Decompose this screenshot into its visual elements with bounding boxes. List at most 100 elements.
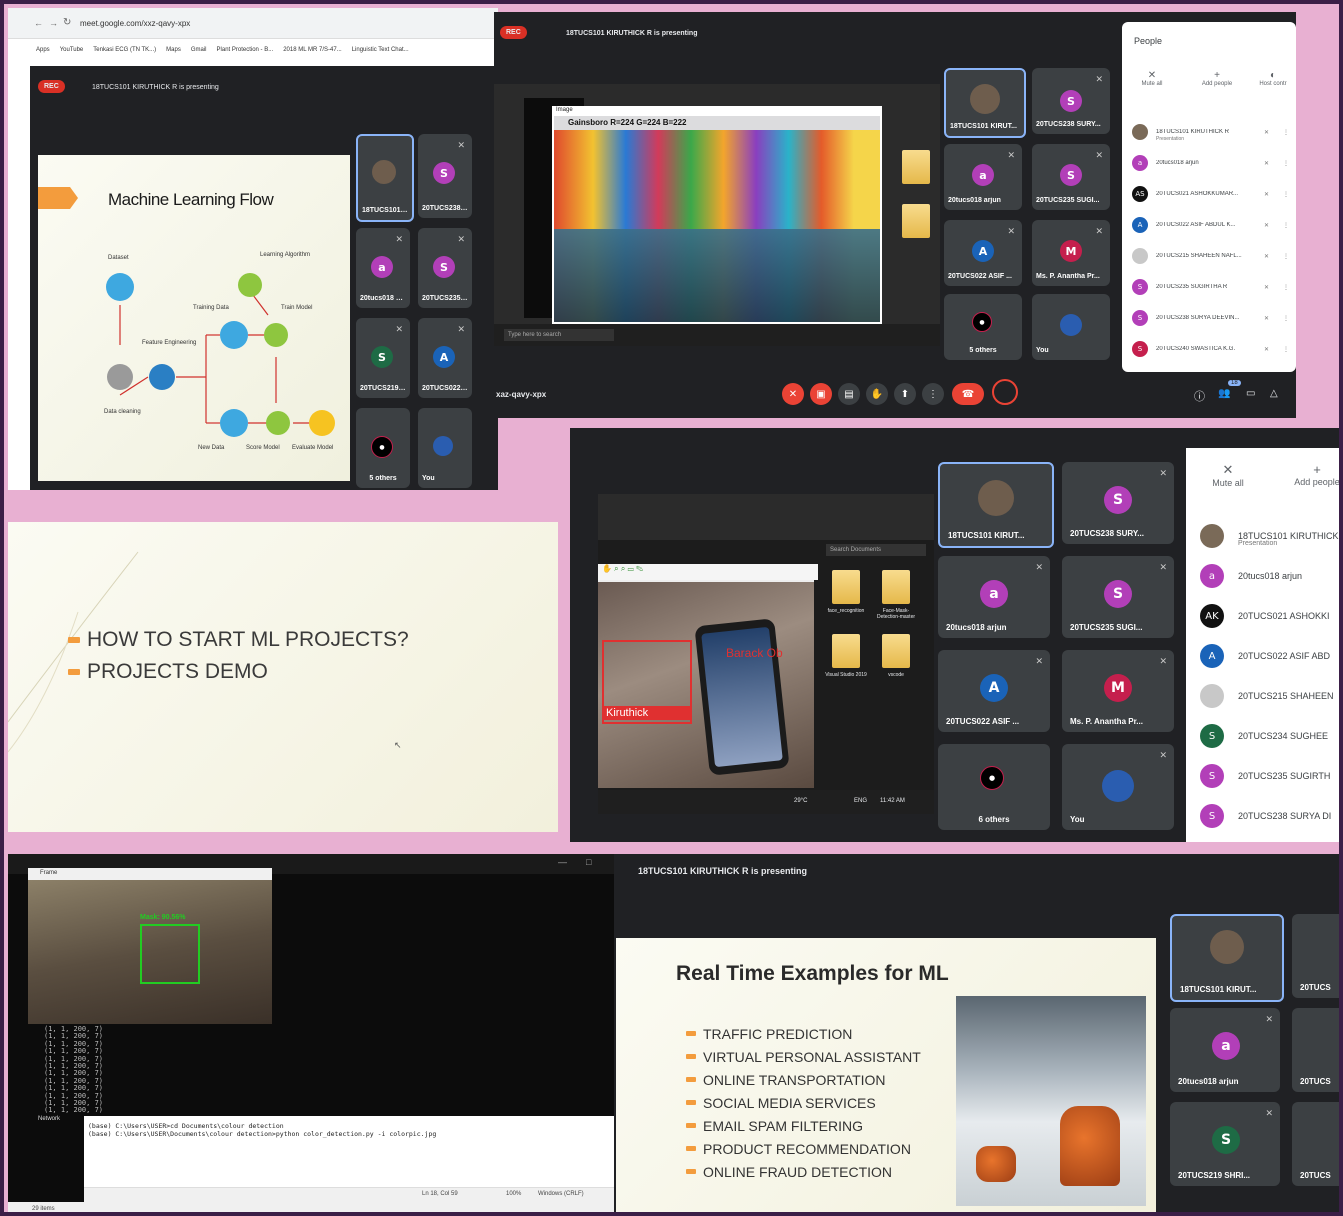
folder-icon[interactable] — [832, 570, 860, 604]
taskbar-search[interactable]: Type here to search — [504, 329, 614, 341]
more-options-icon[interactable]: ⋮ — [1283, 160, 1289, 167]
bookmark[interactable]: Tenkasi ECG (TN TK...) — [93, 47, 156, 53]
tile-you[interactable]: ✕ You — [1062, 744, 1174, 830]
bookmark[interactable]: Maps — [166, 47, 181, 53]
mic-off-icon[interactable]: ✕ — [1264, 129, 1269, 136]
folder-icon[interactable] — [902, 150, 930, 184]
participant-row[interactable]: S 20TUCS234 SUGHEE — [1200, 724, 1339, 748]
tile-asif[interactable]: ✕ A 20TUCS022 ASIF ... — [418, 318, 472, 398]
tile-surya[interactable]: ✕ S 20TUCS238 SURY... — [1062, 462, 1174, 544]
record-indicator[interactable] — [992, 379, 1018, 405]
tile-kiruthick[interactable]: 18TUCS101 KIRUT... — [938, 462, 1054, 548]
bookmark[interactable]: 2018 ML MR 7/S-47... — [283, 47, 341, 53]
participant-row[interactable]: A 20TUCS022 ASIF ABDUL K... ✕ ⋮ — [1132, 215, 1292, 235]
folder-icon[interactable] — [902, 204, 930, 238]
bookmark[interactable]: YouTube — [60, 47, 84, 53]
participant-row[interactable]: AK 20TUCS021 ASHOKKI — [1200, 604, 1339, 628]
more-options-icon[interactable]: ⋮ — [1283, 315, 1289, 322]
tile-kiruthick[interactable]: 18TUCS101 KIRUT... — [944, 68, 1026, 138]
participant-row[interactable]: a 20tucs018 arjun ✕ ⋮ — [1132, 153, 1292, 173]
captions-button[interactable]: ▤ — [838, 383, 860, 405]
folder-icon[interactable] — [832, 634, 860, 668]
tile-kiruthick[interactable]: 18TUCS101 KIRUT... — [356, 134, 414, 222]
tile-surya[interactable]: ✕ S 20TUCS238 SURY... — [1032, 68, 1110, 134]
participant-row[interactable]: S 20TUCS238 SURYA DEEVIN... ✕ ⋮ — [1132, 308, 1292, 328]
tile-sugi[interactable]: ✕ S 20TUCS235 SUGI... — [1062, 556, 1174, 638]
forward-icon[interactable]: → — [49, 18, 58, 28]
tile-shri[interactable]: ✕ S 20TUCS219 SHRI... — [356, 318, 410, 398]
mic-off-icon[interactable]: ✕ — [1264, 284, 1269, 291]
camera-off-button[interactable]: ▣ — [810, 383, 832, 405]
url-text[interactable]: meet.google.com/xxz-qavy-xpx — [80, 19, 190, 28]
mic-off-button[interactable]: ✕ — [782, 383, 804, 405]
mute-all-button[interactable]: ✕ Mute all — [1132, 70, 1172, 87]
mic-off-icon[interactable]: ✕ — [1264, 315, 1269, 322]
reload-icon[interactable]: ↻ — [63, 17, 71, 28]
more-options-icon[interactable]: ⋮ — [1283, 346, 1289, 353]
tile-partial[interactable]: 20TUCS — [1292, 1008, 1339, 1092]
add-people-button[interactable]: + Add people — [1192, 70, 1242, 87]
tile-partial[interactable]: 20TUCS — [1292, 914, 1339, 998]
back-icon[interactable]: ← — [34, 18, 43, 28]
add-people-button[interactable]: + Add people — [1282, 462, 1339, 487]
mic-off-icon[interactable]: ✕ — [1264, 222, 1269, 229]
tile-arjun[interactable]: ✕ a 20tucs018 arjun — [944, 144, 1022, 210]
tile-others[interactable]: ● 5 others — [944, 294, 1022, 360]
more-options-icon[interactable]: ⋮ — [1283, 222, 1289, 229]
people-icon[interactable]: 👥 — [1218, 388, 1230, 399]
tile-asif[interactable]: ✕ A 20TUCS022 ASIF ... — [938, 650, 1050, 732]
search-documents[interactable]: Search Documents — [826, 544, 926, 556]
mic-off-icon: ✕ — [1147, 70, 1157, 81]
chat-icon[interactable]: ▭ — [1246, 388, 1255, 399]
leave-call-button[interactable]: ☎ — [952, 383, 984, 405]
raise-hand-button[interactable]: ✋ — [866, 383, 888, 405]
bookmark[interactable]: Apps — [36, 47, 50, 53]
more-options-icon[interactable]: ⋮ — [1283, 253, 1289, 260]
bookmark[interactable]: Plant Protection - B... — [217, 47, 274, 53]
participant-row[interactable]: S 20TUCS240 SWASTICA K.G. ✕ ⋮ — [1132, 339, 1292, 359]
tile-anantha[interactable]: ✕ M Ms. P. Anantha Pr... — [1032, 220, 1110, 286]
tile-surya[interactable]: ✕ S 20TUCS238 SURY... — [418, 134, 472, 218]
bookmark[interactable]: Linguistic Text Chat... — [352, 47, 409, 53]
tile-others[interactable]: ● 5 others — [356, 408, 410, 488]
mic-off-icon[interactable]: ✕ — [1264, 160, 1269, 167]
tile-anantha[interactable]: ✕ M Ms. P. Anantha Pr... — [1062, 650, 1174, 732]
tile-sugi[interactable]: ✕ S 20TUCS235 SUGI... — [418, 228, 472, 308]
participant-row[interactable]: A 20TUCS022 ASIF ABD — [1200, 644, 1339, 668]
host-controls-button[interactable]: ◐ Host contr — [1250, 70, 1296, 87]
participant-row[interactable]: 20TUCS215 SHAHEEN NAFL... ✕ ⋮ — [1132, 246, 1292, 266]
tile-others[interactable]: ● 6 others — [938, 744, 1050, 830]
tile-arjun[interactable]: ✕ a 20tucs018 arjun — [1170, 1008, 1280, 1092]
bookmark[interactable]: Gmail — [191, 47, 207, 53]
minimize-icon[interactable]: — — [558, 857, 567, 867]
mic-off-icon[interactable]: ✕ — [1264, 346, 1269, 353]
more-options-icon[interactable]: ⋮ — [1283, 191, 1289, 198]
present-button[interactable]: ⬆ — [894, 383, 916, 405]
tile-sugi[interactable]: ✕ S 20TUCS235 SUGI... — [1032, 144, 1110, 210]
participant-row[interactable]: AS 20TUCS021 ASHOKKUMAR... ✕ ⋮ — [1132, 184, 1292, 204]
tile-you[interactable]: You — [1032, 294, 1110, 360]
maximize-icon[interactable]: □ — [586, 857, 591, 867]
participant-row[interactable]: 20TUCS215 SHAHEEN — [1200, 684, 1339, 708]
tile-partial[interactable]: 20TUCS — [1292, 1102, 1339, 1186]
more-options-icon[interactable]: ⋮ — [1283, 284, 1289, 291]
folder-icon[interactable] — [882, 634, 910, 668]
participant-row[interactable]: S 20TUCS238 SURYA DI — [1200, 804, 1339, 828]
participant-row[interactable]: S 20TUCS235 SUGIRTHA R ✕ ⋮ — [1132, 277, 1292, 297]
participant-row[interactable]: a 20tucs018 arjun — [1200, 564, 1339, 588]
tile-arjun[interactable]: ✕ a 20tucs018 arjun — [356, 228, 410, 308]
more-options-button[interactable]: ⋮ — [922, 383, 944, 405]
tile-shri[interactable]: ✕ S 20TUCS219 SHRI... — [1170, 1102, 1280, 1186]
tile-you[interactable]: You — [418, 408, 472, 488]
tile-asif[interactable]: ✕ A 20TUCS022 ASIF ... — [944, 220, 1022, 286]
info-icon[interactable]: ⓘ — [1194, 388, 1205, 404]
tile-kiruthick[interactable]: 18TUCS101 KIRUT... — [1170, 914, 1284, 1002]
mic-off-icon[interactable]: ✕ — [1264, 253, 1269, 260]
more-options-icon[interactable]: ⋮ — [1283, 129, 1289, 136]
folder-icon[interactable] — [882, 570, 910, 604]
activities-icon[interactable]: △ — [1270, 388, 1278, 399]
mute-all-button[interactable]: ✕ Mute all — [1206, 462, 1250, 488]
mic-off-icon[interactable]: ✕ — [1264, 191, 1269, 198]
tile-arjun[interactable]: ✕ a 20tucs018 arjun — [938, 556, 1050, 638]
participant-row[interactable]: S 20TUCS235 SUGIRTH — [1200, 764, 1339, 788]
